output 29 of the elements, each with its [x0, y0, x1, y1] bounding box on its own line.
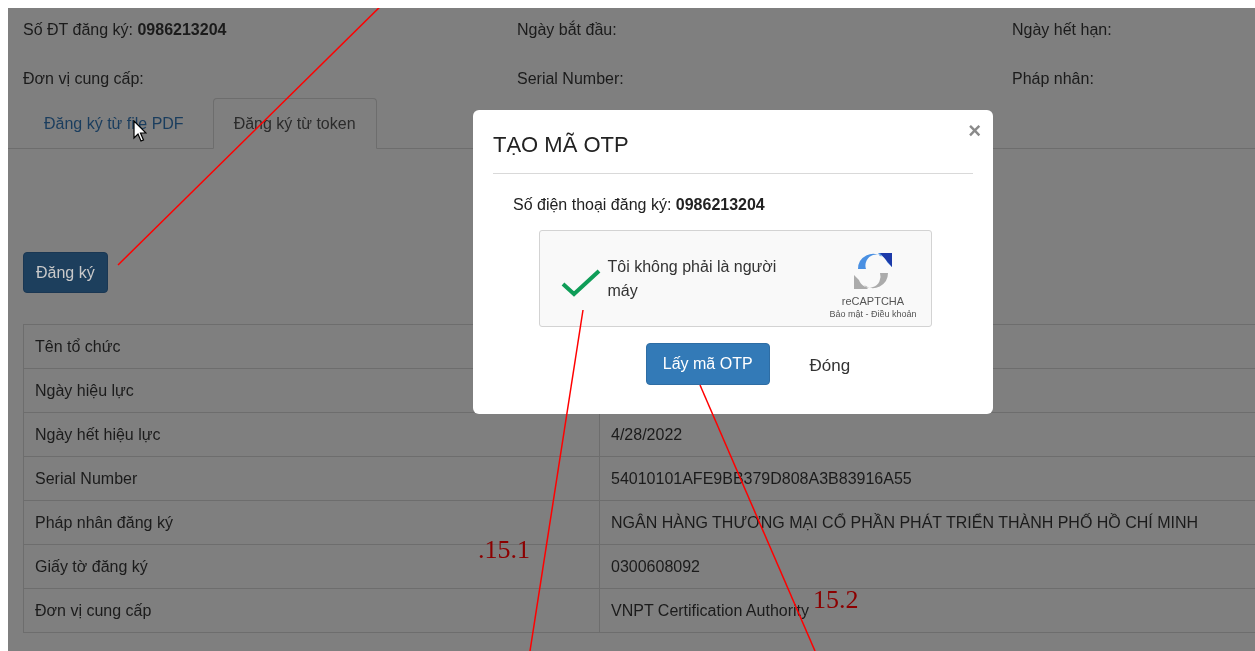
register-button[interactable]: Đăng ký — [23, 252, 108, 293]
dialog-title: TẠO MÃ OTP — [493, 132, 629, 158]
table-cell: Tên tổ chức — [35, 337, 121, 355]
captcha-widget[interactable]: Tôi không phải là người máy reCAPTCHA Bảo mật - Điều khoản — [538, 230, 932, 327]
field-label: Số ĐT đăng ký: 0986213204 — [23, 20, 228, 39]
annotation-label: 15.2 — [813, 586, 859, 614]
get-otp-button[interactable]: Lấy mã OTP — [645, 343, 770, 385]
phone-text: Số điện thoại đăng ký: 0986213204 — [513, 196, 765, 214]
close-button[interactable]: Đóng — [809, 352, 851, 376]
table-cell: Đơn vị cung cấp — [35, 601, 152, 619]
table-cell: Serial Number — [35, 469, 138, 487]
close-button[interactable]: × — [968, 120, 981, 142]
annotation-label: .15.1 — [478, 536, 530, 564]
checkmark-icon[interactable] — [560, 268, 601, 297]
privacy-terms-links[interactable]: Bảo mật - Điều khoản — [829, 308, 917, 319]
table-cell: 4/28/2022 — [611, 425, 683, 443]
field-label: Pháp nhân: — [1012, 69, 1095, 88]
recycle-arrows-icon — [851, 250, 894, 291]
field-label: Đơn vị cung cấp: — [23, 69, 145, 88]
field-label: Ngày hết hạn: — [1012, 20, 1113, 39]
table-cell: Ngày hiệu lực — [35, 381, 134, 399]
table-cell: Pháp nhân đăng ký — [35, 513, 173, 531]
field-label: Serial Number: — [517, 69, 625, 88]
brand-name: reCAPTCHA — [841, 294, 905, 307]
field-label: Ngày bắt đầu: — [517, 20, 618, 39]
table-cell: Ngày hết hiệu lực — [35, 425, 161, 443]
captcha-label: Tôi không phải là người máy — [607, 256, 778, 301]
table-cell: Giấy tờ đăng ký — [35, 557, 148, 575]
table-cell: 0300608092 — [611, 557, 700, 575]
